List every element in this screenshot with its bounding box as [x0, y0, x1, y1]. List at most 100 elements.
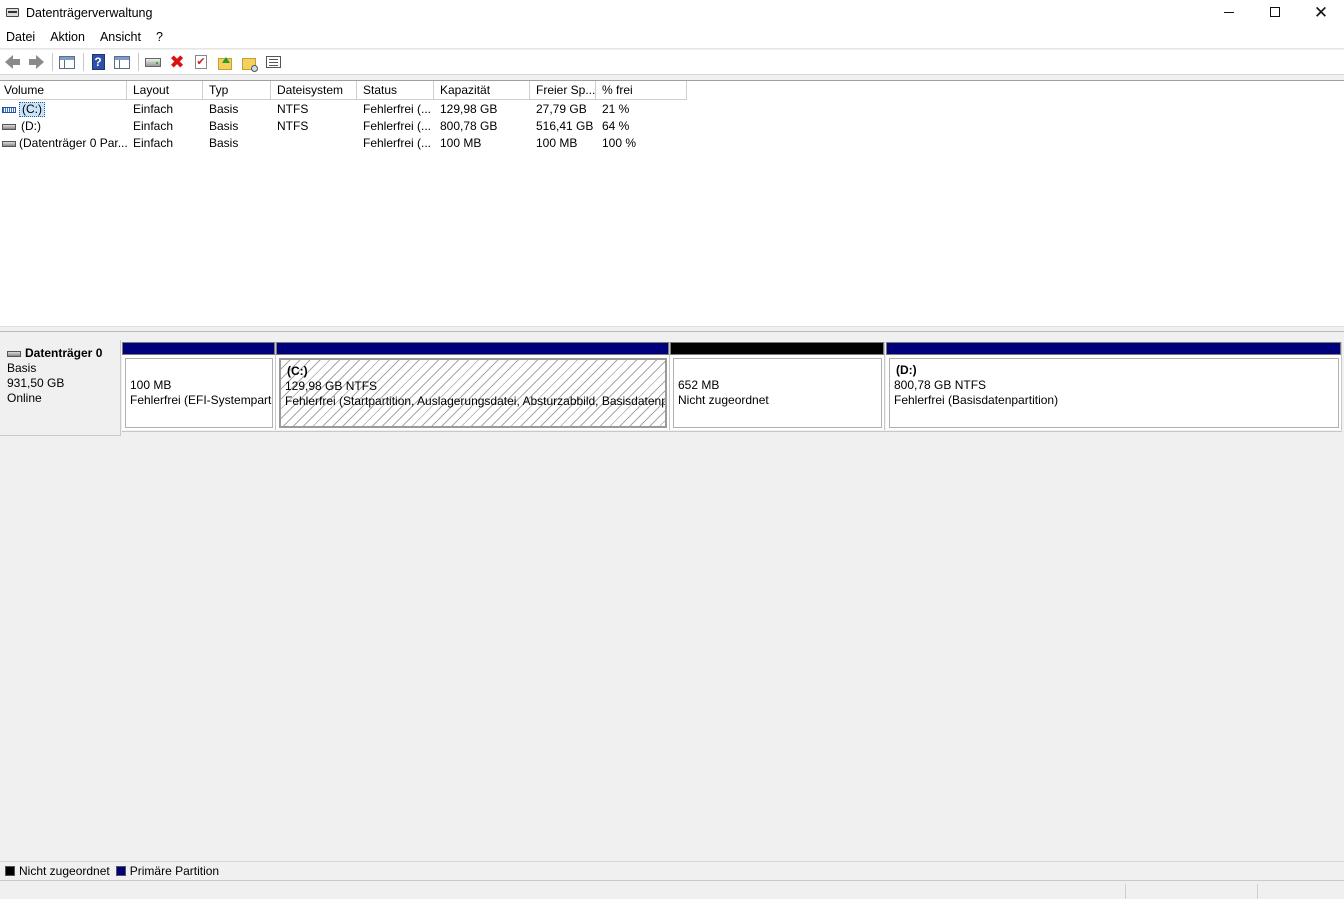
- disk-type: Basis: [7, 361, 37, 375]
- check-button[interactable]: ✔: [190, 51, 212, 73]
- back-button[interactable]: [1, 51, 23, 73]
- partition-bar: 100 MB Fehlerfrei (EFI-Systemparti (C:) …: [122, 342, 1342, 432]
- partition-status: Fehlerfrei (EFI-Systemparti: [130, 393, 273, 407]
- drive-icon: [2, 140, 16, 147]
- delete-button[interactable]: ✖: [166, 51, 188, 73]
- partition-size: 800,78 GB NTFS: [894, 378, 987, 392]
- properties-view-button[interactable]: [111, 51, 133, 73]
- layout-cell: Einfach: [133, 136, 174, 150]
- toolbar-separator: [52, 53, 53, 71]
- status-divider: [1257, 884, 1258, 899]
- disk-management-app-icon: [5, 5, 21, 21]
- legend-label: Primäre Partition: [129, 864, 220, 878]
- dateisystem-cell: [271, 135, 357, 152]
- column-header-kapazitaet[interactable]: Kapazität: [434, 81, 530, 100]
- partition-size: 652 MB: [678, 378, 720, 392]
- column-header-dateisystem[interactable]: Dateisystem: [271, 81, 357, 100]
- column-header-typ[interactable]: Typ: [203, 81, 271, 100]
- legend-swatch-primary: [115, 866, 126, 876]
- system-drive-icon: [2, 106, 16, 113]
- table-row-volume-c[interactable]: (C:) Einfach Basis NTFS Fehlerfrei (... …: [0, 101, 687, 118]
- partition-efi[interactable]: 100 MB Fehlerfrei (EFI-Systemparti: [122, 342, 276, 430]
- disk-size: 931,50 GB: [7, 376, 65, 390]
- delete-icon: ✖: [169, 52, 185, 72]
- status-cell: Fehlerfrei (...: [363, 136, 432, 150]
- toolbar-separator: [83, 53, 84, 71]
- minimize-icon: [1224, 11, 1234, 13]
- folder-up-icon: [218, 56, 232, 70]
- drive-icon: [2, 123, 16, 130]
- typ-cell: Basis: [209, 119, 239, 133]
- connect-drive-button[interactable]: [142, 51, 164, 73]
- partition-status: Nicht zugeordnet: [678, 393, 769, 407]
- partition-status: Fehlerfrei (Startpartition, Auslagerungs…: [285, 394, 667, 408]
- folder-up-button[interactable]: [214, 51, 236, 73]
- close-button[interactable]: ✕: [1298, 0, 1344, 24]
- column-header-layout[interactable]: Layout: [127, 81, 203, 100]
- console-tree-icon: [59, 55, 75, 69]
- check-icon: ✔: [195, 55, 207, 69]
- partition-unallocated[interactable]: 652 MB Nicht zugeordnet: [670, 342, 885, 430]
- partition-c[interactable]: (C:) 129,98 GB NTFS Fehlerfrei (Startpar…: [276, 342, 670, 430]
- volume-name: (C:): [19, 102, 45, 117]
- column-header-prozent-frei[interactable]: % frei: [596, 81, 687, 100]
- column-header-status[interactable]: Status: [357, 81, 434, 100]
- list-view-button[interactable]: [262, 51, 284, 73]
- list-view-icon: [265, 56, 281, 68]
- window-controls: ✕: [1206, 0, 1344, 26]
- freier-speicher-cell: 516,41 GB: [536, 119, 594, 133]
- folder-search-icon: [242, 57, 258, 72]
- kapazitaet-cell: 100 MB: [440, 136, 482, 150]
- folder-search-button[interactable]: [238, 51, 260, 73]
- disk-graphical-view: Datenträger 0 Basis 931,50 GB Online 100…: [0, 332, 1344, 861]
- title-bar: Datenträgerverwaltung ✕: [0, 0, 1344, 26]
- partition-color-band: [122, 342, 275, 355]
- menu-datei[interactable]: Datei: [1, 30, 40, 44]
- disk-icon: [7, 350, 21, 357]
- column-header-volume[interactable]: Volume: [0, 81, 127, 100]
- status-cell: Fehlerfrei (...: [363, 102, 432, 116]
- legend-item-primary: Primäre Partition: [115, 864, 220, 878]
- table-row-volume-efi[interactable]: (Datenträger 0 Par... Einfach Basis Fehl…: [0, 135, 687, 152]
- kapazitaet-cell: 129,98 GB: [440, 102, 498, 116]
- volume-list-rows: (C:) Einfach Basis NTFS Fehlerfrei (... …: [0, 101, 687, 152]
- window-title: Datenträgerverwaltung: [26, 6, 153, 20]
- volume-cell: (D:): [0, 118, 127, 135]
- prozent-frei-cell: 64 %: [602, 119, 630, 133]
- legend: Nicht zugeordnet Primäre Partition: [0, 861, 1344, 881]
- partition-color-band: [886, 342, 1341, 355]
- maximize-button[interactable]: [1252, 0, 1298, 24]
- minimize-button[interactable]: [1206, 0, 1252, 24]
- disk-info-panel[interactable]: Datenträger 0 Basis 931,50 GB Online: [0, 340, 121, 436]
- partition-color-band: [276, 342, 669, 355]
- maximize-icon: [1270, 7, 1280, 17]
- partition-body: (D:) 800,78 GB NTFS Fehlerfrei (Basisdat…: [889, 358, 1339, 428]
- volume-cell: (C:): [0, 101, 127, 118]
- partition-color-band: [670, 342, 884, 355]
- menu-bar: Datei Aktion Ansicht ?: [0, 26, 1344, 49]
- freier-speicher-cell: 27,79 GB: [536, 102, 587, 116]
- volume-name: (Datenträger 0 Par...: [19, 136, 127, 150]
- partition-d[interactable]: (D:) 800,78 GB NTFS Fehlerfrei (Basisdat…: [886, 342, 1342, 430]
- volume-name: (D:): [21, 119, 41, 133]
- menu-help[interactable]: ?: [151, 30, 168, 44]
- disk-name: Datenträger 0: [25, 346, 103, 360]
- menu-aktion[interactable]: Aktion: [45, 30, 90, 44]
- status-cell: Fehlerfrei (...: [363, 119, 432, 133]
- partition-title: (D:): [896, 363, 917, 377]
- toolbar-separator: [138, 53, 139, 71]
- typ-cell: Basis: [209, 136, 239, 150]
- kapazitaet-cell: 800,78 GB: [440, 119, 498, 133]
- table-row-volume-d[interactable]: (D:) Einfach Basis NTFS Fehlerfrei (... …: [0, 118, 687, 135]
- volume-cell: (Datenträger 0 Par...: [0, 135, 127, 152]
- column-header-freier-speicher[interactable]: Freier Sp...: [530, 81, 596, 100]
- prozent-frei-cell: 21 %: [602, 102, 630, 116]
- menu-ansicht[interactable]: Ansicht: [95, 30, 146, 44]
- dateisystem-cell: NTFS: [277, 119, 309, 133]
- partition-body: 652 MB Nicht zugeordnet: [673, 358, 882, 428]
- show-hide-console-tree-button[interactable]: [56, 51, 78, 73]
- help-button[interactable]: ?: [87, 51, 109, 73]
- forward-button[interactable]: [25, 51, 47, 73]
- partition-size: 129,98 GB NTFS: [285, 379, 378, 393]
- partition-size: 100 MB: [130, 378, 172, 392]
